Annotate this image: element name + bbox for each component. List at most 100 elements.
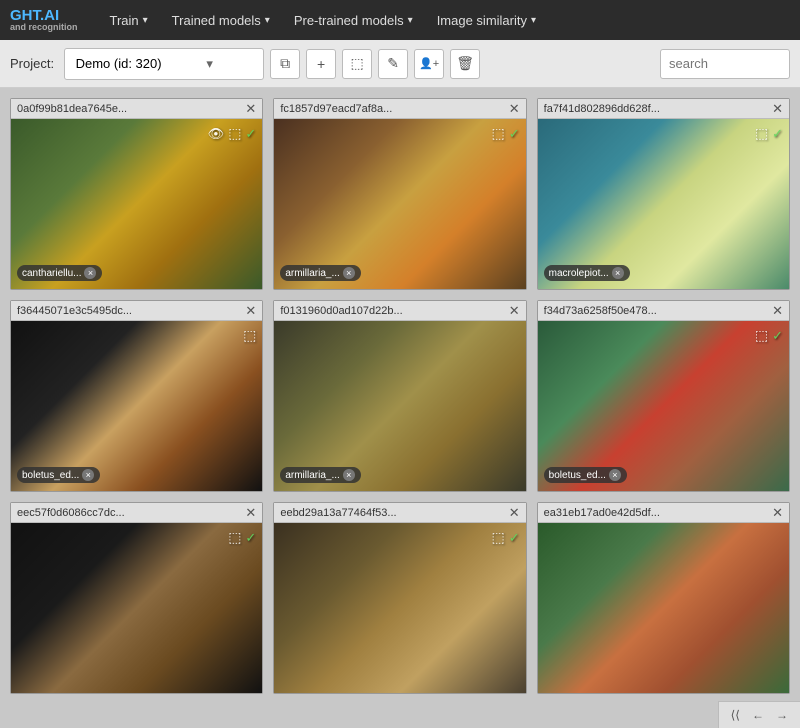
nav-trained-models[interactable]: Trained models ▾ — [160, 0, 282, 40]
overlay-icons: ⬚✓ — [492, 529, 520, 546]
image-label-tag: armillaria_... × — [280, 467, 360, 483]
mushroom-image — [538, 523, 789, 693]
image-filename: fc1857d97eacd7af8a... — [280, 103, 392, 115]
polygon-icon: ⬚ — [228, 125, 241, 142]
mushroom-image — [11, 523, 262, 693]
eye-icon: 👁 — [208, 126, 225, 142]
mushroom-image — [538, 119, 789, 289]
chevron-down-icon: ▾ — [265, 15, 270, 26]
navbar: GHT.AI and recognition Train ▾ Trained m… — [0, 0, 800, 40]
edit-button[interactable]: ✎ — [378, 49, 408, 79]
check-icon: ✓ — [245, 530, 256, 546]
image-card-header: eebd29a13a77464f53... ✕ — [274, 503, 525, 523]
project-label: Project: — [10, 56, 54, 71]
project-selector[interactable]: Demo (id: 320) ▾ — [64, 48, 264, 80]
tag-close-icon[interactable]: × — [609, 469, 621, 481]
close-icon[interactable]: ✕ — [772, 304, 783, 317]
label-text: armillaria_... — [285, 268, 339, 279]
image-body[interactable]: ⬚✓ armillaria_... × — [274, 119, 525, 289]
image-label-tag: canthariellu...× — [17, 265, 102, 281]
tag-close-icon[interactable]: × — [82, 469, 94, 481]
nav-train[interactable]: Train ▾ — [98, 0, 160, 40]
mushroom-image — [538, 321, 789, 491]
mushroom-image — [11, 119, 262, 289]
image-label-tag: boletus_ed...× — [544, 467, 627, 483]
image-grid: 0a0f99b81dea7645e...✕👁⬚✓canthariellu...×… — [0, 88, 800, 728]
add-user-button[interactable]: 👤+ — [414, 49, 444, 79]
copy-button[interactable]: ⧉ — [270, 49, 300, 79]
paste-button[interactable]: ⬚ — [342, 49, 372, 79]
polygon-icon: ⬚ — [492, 529, 505, 546]
chevron-down-icon: ▾ — [164, 56, 255, 72]
image-body[interactable]: armillaria_... × — [274, 321, 525, 491]
close-icon[interactable]: ✕ — [509, 304, 520, 317]
prev-page-button[interactable]: ⟨⟨ — [727, 706, 744, 724]
close-icon[interactable]: ✕ — [509, 102, 520, 115]
tag-close-icon[interactable]: × — [343, 267, 355, 279]
mushroom-image — [274, 523, 525, 693]
add-button[interactable]: + — [306, 49, 336, 79]
image-body[interactable]: 👁⬚✓ canthariellu...× — [11, 119, 262, 289]
polygon-icon: ⬚ — [228, 529, 241, 546]
search-input[interactable] — [660, 49, 790, 79]
tag-close-icon[interactable]: × — [343, 469, 355, 481]
overlay-icons: ⬚✓ — [755, 125, 783, 142]
polygon-icon: ⬚ — [243, 327, 256, 344]
label-text: canthariellu... — [22, 268, 81, 279]
chevron-down-icon: ▾ — [408, 15, 413, 26]
check-icon: ✓ — [509, 126, 520, 142]
label-text: macrolepiot... — [549, 268, 609, 279]
image-body[interactable]: ⬚✓ — [11, 523, 262, 693]
label-text: armillaria_... — [285, 470, 339, 481]
image-card-header: fc1857d97eacd7af8a... ✕ — [274, 99, 525, 119]
image-card: fa7f41d802896dd628f... ✕ ⬚✓ macrolepiot...× — [537, 98, 790, 290]
close-icon[interactable]: ✕ — [245, 304, 256, 317]
image-card: 0a0f99b81dea7645e... ✕ 👁⬚✓ canthariellu...× — [10, 98, 263, 290]
image-body[interactable]: ⬚ boletus_ed...× — [11, 321, 262, 491]
image-body[interactable]: ⬚✓boletus_ed...× — [538, 321, 789, 491]
polygon-icon: ⬚ — [492, 125, 505, 142]
label-text: boletus_ed... — [549, 470, 606, 481]
check-icon: ✓ — [509, 530, 520, 546]
image-filename: f0131960d0ad107d22b... — [280, 305, 402, 317]
mushroom-image — [274, 321, 525, 491]
image-body[interactable]: ⬚✓ — [274, 523, 525, 693]
image-card: eec57f0d6086cc7dc... ✕ ⬚✓ — [10, 502, 263, 694]
image-filename: eec57f0d6086cc7dc... — [17, 507, 125, 519]
app-logo: GHT.AI and recognition — [10, 8, 78, 32]
tag-close-icon[interactable]: × — [612, 267, 624, 279]
chevron-down-icon: ▾ — [531, 15, 536, 26]
project-bar: Project: Demo (id: 320) ▾ ⧉ + ⬚ ✎ 👤+ 🗑 — [0, 40, 800, 88]
close-icon[interactable]: ✕ — [245, 506, 256, 519]
image-label-tag: boletus_ed...× — [17, 467, 100, 483]
overlay-icons: 👁⬚✓ — [208, 125, 257, 142]
overlay-icons: ⬚ — [243, 327, 256, 344]
mushroom-image — [274, 119, 525, 289]
close-icon[interactable]: ✕ — [772, 506, 783, 519]
delete-button[interactable]: 🗑 — [450, 49, 480, 79]
image-card: ea31eb17ad0e42d5df...✕ — [537, 502, 790, 694]
image-card-header: ea31eb17ad0e42d5df...✕ — [538, 503, 789, 523]
check-icon: ✓ — [245, 126, 256, 142]
close-icon[interactable]: ✕ — [245, 102, 256, 115]
check-icon: ✓ — [772, 126, 783, 142]
prev-button[interactable]: ← — [748, 706, 768, 724]
mushroom-image — [11, 321, 262, 491]
image-body[interactable] — [538, 523, 789, 693]
image-card-header: fa7f41d802896dd628f... ✕ — [538, 99, 789, 119]
nav-pre-trained-models[interactable]: Pre-trained models ▾ — [282, 0, 425, 40]
image-card: f36445071e3c5495dc...✕⬚boletus_ed...× — [10, 300, 263, 492]
close-icon[interactable]: ✕ — [772, 102, 783, 115]
image-filename: eebd29a13a77464f53... — [280, 507, 396, 519]
polygon-icon: ⬚ — [755, 327, 768, 344]
image-card: f34d73a6258f50e478...✕⬚✓boletus_ed...× — [537, 300, 790, 492]
nav-image-similarity[interactable]: Image similarity ▾ — [425, 0, 548, 40]
close-icon[interactable]: ✕ — [509, 506, 520, 519]
image-filename: 0a0f99b81dea7645e... — [17, 103, 127, 115]
tag-close-icon[interactable]: × — [84, 267, 96, 279]
image-card-header: f34d73a6258f50e478...✕ — [538, 301, 789, 321]
image-card-header: eec57f0d6086cc7dc... ✕ — [11, 503, 262, 523]
image-filename: fa7f41d802896dd628f... — [544, 103, 660, 115]
image-body[interactable]: ⬚✓ macrolepiot...× — [538, 119, 789, 289]
next-button[interactable]: → — [772, 706, 792, 724]
